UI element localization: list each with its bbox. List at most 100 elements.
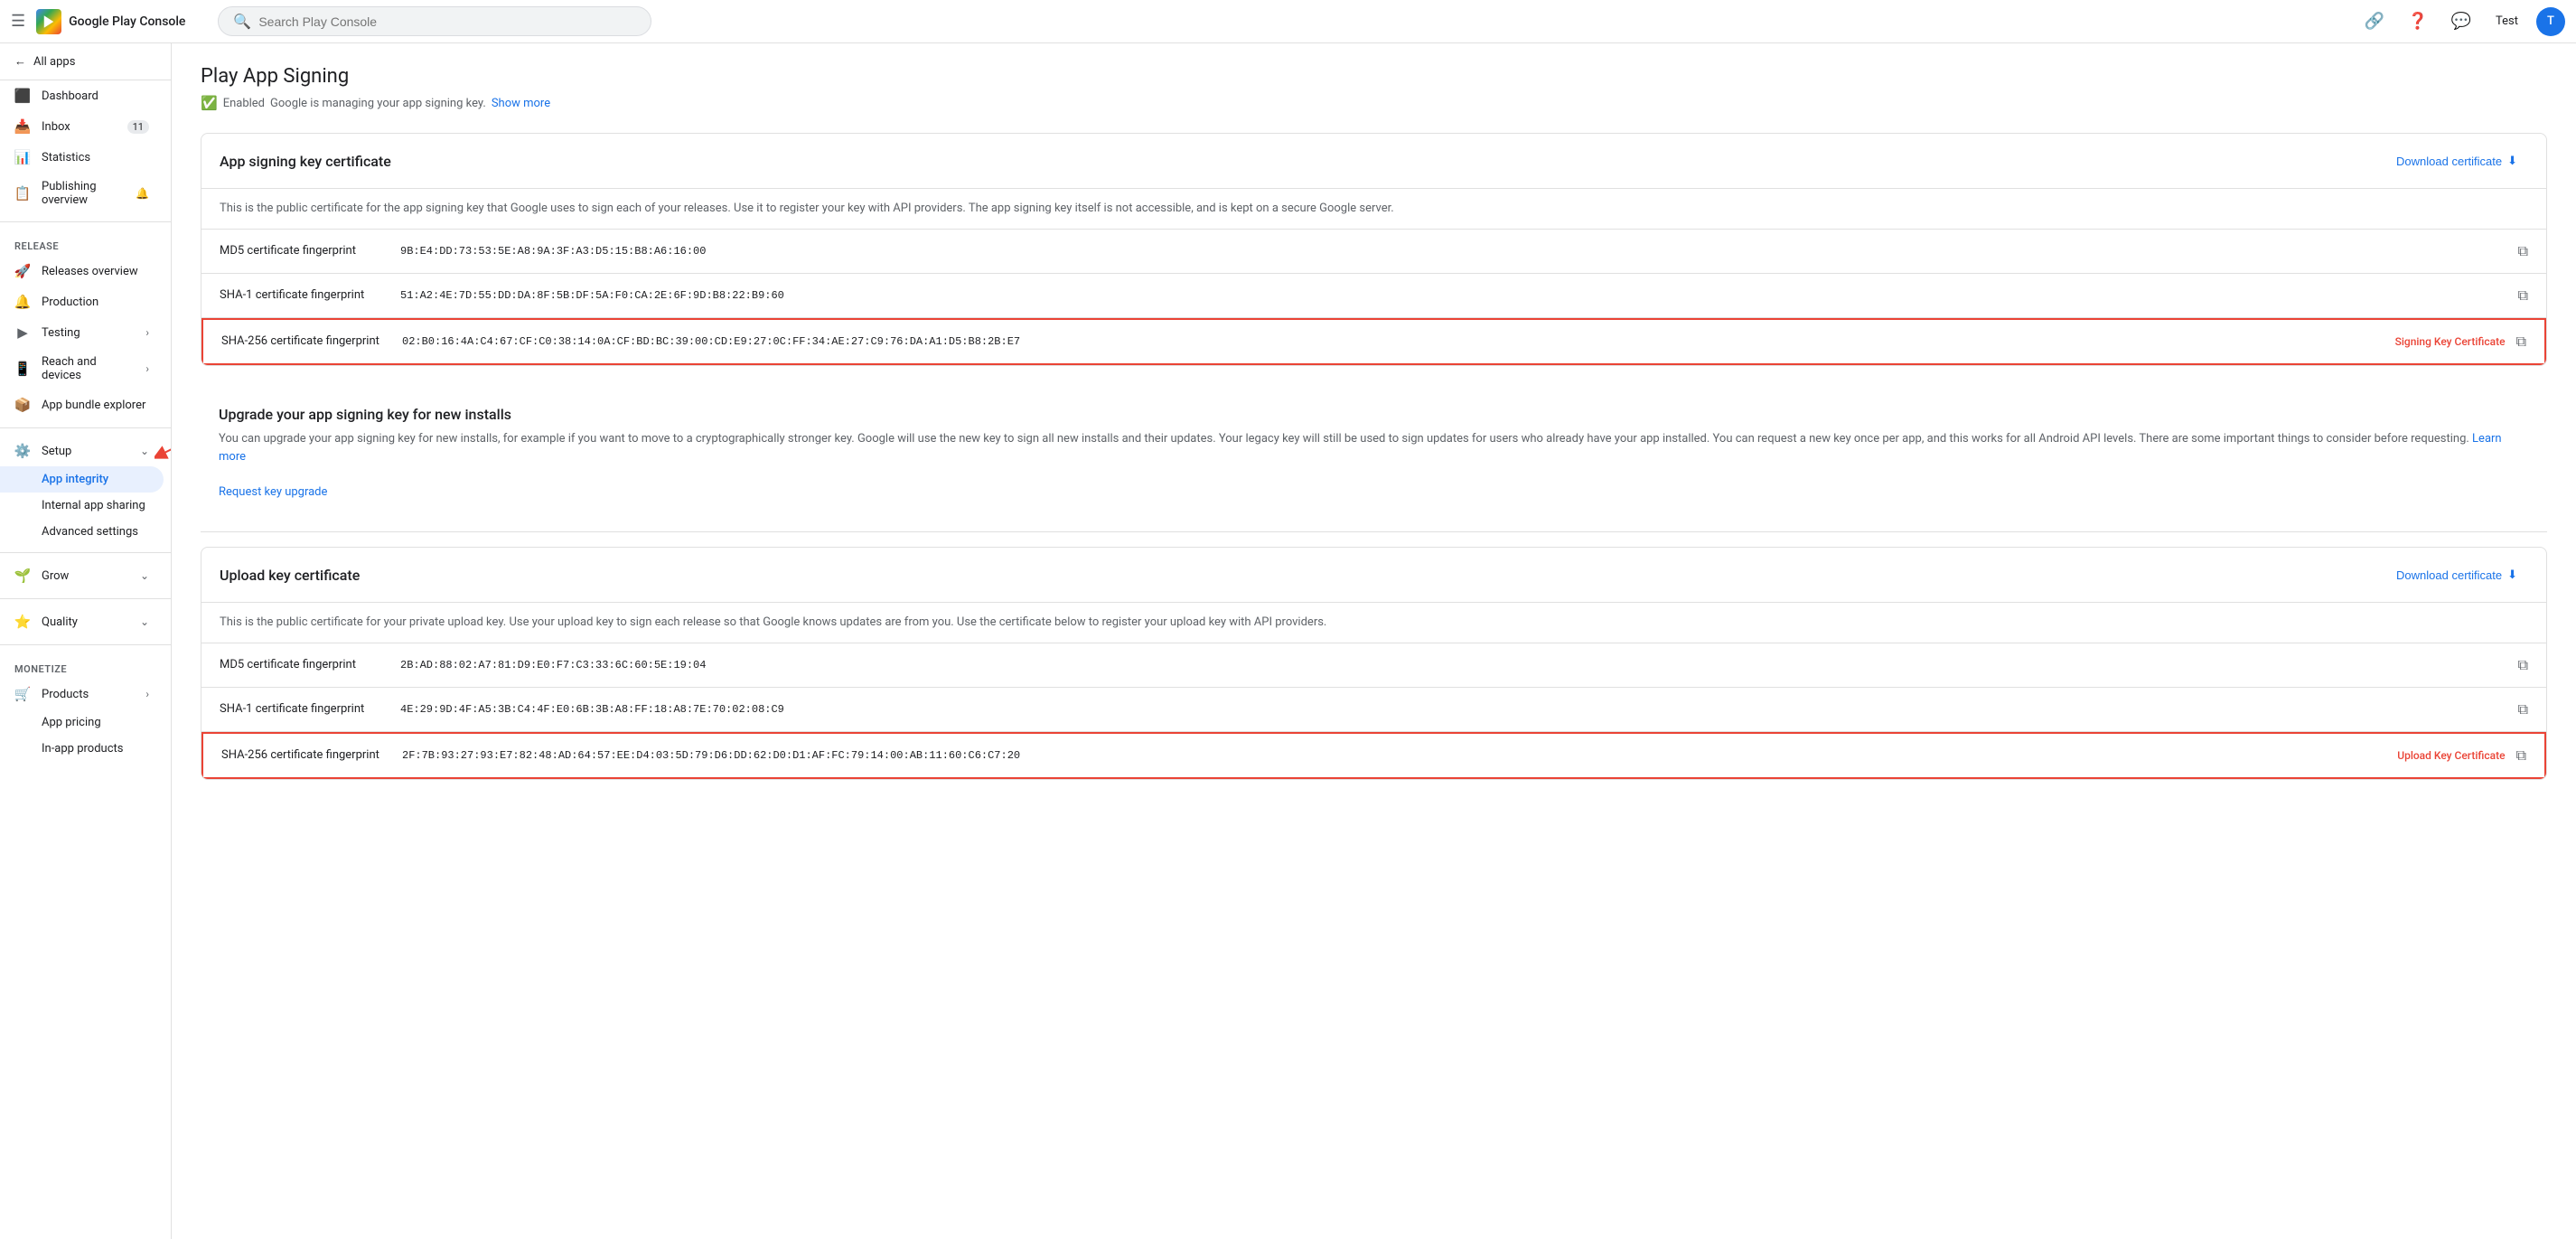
upgrade-title: Upgrade your app signing key for new ins… — [219, 406, 2529, 423]
sidebar-item-production[interactable]: 🔔 Production — [0, 286, 164, 317]
menu-icon[interactable]: ☰ — [11, 12, 25, 31]
release-section-label: Release — [0, 230, 171, 256]
topbar-right: 🔗 ❓ 💬 Test T — [2358, 5, 2565, 38]
reach-expand-icon: › — [145, 362, 149, 375]
quality-expand-icon: ⌄ — [140, 615, 149, 628]
sidebar-item-quality[interactable]: ⭐ Quality ⌄ — [0, 606, 164, 637]
sidebar-label-dashboard: Dashboard — [42, 89, 98, 103]
testing-expand-icon: › — [145, 326, 149, 339]
sidebar-item-app-bundle-explorer[interactable]: 📦 App bundle explorer — [0, 390, 164, 420]
sidebar-label-statistics: Statistics — [42, 151, 90, 164]
show-more-link[interactable]: Show more — [492, 97, 550, 110]
request-key-upgrade-link[interactable]: Request key upgrade — [219, 485, 327, 499]
upload-sha1-row: SHA-1 certificate fingerprint 4E:29:9D:4… — [201, 688, 2546, 732]
upload-key-cert-header: Upload key certificate Download certific… — [201, 548, 2546, 603]
sidebar: ← All apps ⬛ Dashboard 📥 Inbox 11 📊 Stat… — [0, 43, 172, 1239]
sidebar-label-products: Products — [42, 688, 89, 701]
download-upload-cert-icon: ⬇ — [2507, 568, 2517, 582]
divider-2 — [0, 427, 171, 428]
avatar[interactable]: T — [2536, 7, 2565, 36]
upload-md5-label: MD5 certificate fingerprint — [220, 658, 400, 671]
upgrade-section: Upgrade your app signing key for new ins… — [201, 388, 2547, 518]
testing-icon: ▶ — [14, 324, 31, 341]
notifications-icon: 🔔 — [136, 187, 149, 200]
enabled-check-icon: ✅ — [201, 95, 218, 111]
sidebar-label-advanced-settings: Advanced settings — [42, 525, 138, 539]
search-icon: 🔍 — [233, 13, 251, 30]
setup-expand-icon: ⌄ — [140, 445, 149, 457]
divider-4 — [0, 598, 171, 599]
download-signing-cert-label: Download certificate — [2396, 155, 2502, 168]
all-apps-link[interactable]: ← All apps — [0, 43, 171, 80]
publishing-overview-icon: 📋 — [14, 185, 31, 202]
search-input[interactable] — [258, 14, 636, 29]
app-signing-cert-title: App signing key certificate — [220, 153, 391, 170]
signing-md5-label: MD5 certificate fingerprint — [220, 244, 400, 258]
signing-md5-value: 9B:E4:DD:73:53:5E:A8:9A:3F:A3:D5:15:B8:A… — [400, 245, 2507, 258]
signing-sha256-badge: Signing Key Certificate — [2395, 335, 2506, 348]
section-divider — [201, 531, 2547, 532]
sidebar-label-reach-devices: Reach and devices — [42, 355, 135, 382]
upgrade-desc: You can upgrade your app signing key for… — [219, 430, 2529, 468]
sidebar-label-grow: Grow — [42, 569, 69, 583]
inbox-badge: 11 — [127, 120, 149, 134]
releases-overview-icon: 🚀 — [14, 263, 31, 279]
download-upload-cert-btn[interactable]: Download certificate ⬇ — [2385, 562, 2528, 587]
download-upload-cert-label: Download certificate — [2396, 568, 2502, 582]
topbar: ☰ Google Play Console 🔍 🔗 ❓ 💬 Test T — [0, 0, 2576, 43]
download-signing-cert-btn[interactable]: Download certificate ⬇ — [2385, 148, 2528, 174]
signing-sha256-copy-btn[interactable]: ⧉ — [2516, 333, 2526, 351]
sidebar-item-reach-devices[interactable]: 📱 Reach and devices › — [0, 348, 164, 390]
signing-md5-copy-btn[interactable]: ⧉ — [2518, 242, 2528, 260]
sidebar-subitem-app-integrity[interactable]: App integrity — [0, 466, 164, 493]
divider-1 — [0, 221, 171, 222]
upload-sha1-copy-btn[interactable]: ⧉ — [2518, 700, 2528, 718]
app-signing-cert-card: App signing key certificate Download cer… — [201, 133, 2547, 366]
back-icon: ← — [14, 54, 26, 69]
feedback-icon-btn[interactable]: 💬 — [2445, 5, 2478, 38]
sidebar-item-setup[interactable]: ⚙️ Setup ⌄ — [0, 436, 164, 466]
sidebar-item-dashboard[interactable]: ⬛ Dashboard — [0, 80, 164, 111]
enabled-label: Enabled — [223, 97, 265, 110]
app-signing-cert-desc: This is the public certificate for the a… — [201, 189, 2546, 230]
sidebar-subitem-advanced-settings[interactable]: Advanced settings — [0, 519, 164, 545]
sidebar-item-testing[interactable]: ▶ Testing › — [0, 317, 164, 348]
sidebar-subitem-in-app-products[interactable]: In-app products — [0, 736, 164, 762]
sidebar-item-inbox[interactable]: 📥 Inbox 11 — [0, 111, 164, 142]
app-signing-cert-header: App signing key certificate Download cer… — [201, 134, 2546, 189]
managing-text: Google is managing your app signing key. — [270, 97, 486, 110]
logo[interactable]: Google Play Console — [36, 9, 185, 34]
download-signing-cert-icon: ⬇ — [2507, 154, 2517, 168]
statistics-icon: 📊 — [14, 149, 31, 165]
sidebar-item-statistics[interactable]: 📊 Statistics — [0, 142, 164, 173]
upload-sha1-label: SHA-1 certificate fingerprint — [220, 702, 400, 716]
sidebar-item-products[interactable]: 🛒 Products › — [0, 679, 164, 709]
upload-md5-copy-btn[interactable]: ⧉ — [2518, 656, 2528, 674]
main-content: Play App Signing ✅ Enabled Google is man… — [172, 43, 2576, 1239]
signing-sha1-value: 51:A2:4E:7D:55:DD:DA:8F:5B:DF:5A:F0:CA:2… — [400, 289, 2507, 302]
sidebar-item-grow[interactable]: 🌱 Grow ⌄ — [0, 560, 164, 591]
setup-icon: ⚙️ — [14, 443, 31, 459]
signing-sha1-row: SHA-1 certificate fingerprint 51:A2:4E:7… — [201, 274, 2546, 318]
signing-sha1-copy-btn[interactable]: ⧉ — [2518, 286, 2528, 305]
upload-key-cert-title: Upload key certificate — [220, 567, 360, 584]
sidebar-item-publishing-overview[interactable]: 📋 Publishing overview 🔔 — [0, 173, 164, 214]
search-bar[interactable]: 🔍 — [218, 6, 651, 36]
sidebar-label-production: Production — [42, 296, 98, 309]
grow-expand-icon: ⌄ — [140, 569, 149, 582]
app-body: ← All apps ⬛ Dashboard 📥 Inbox 11 📊 Stat… — [0, 43, 2576, 1239]
sidebar-item-releases-overview[interactable]: 🚀 Releases overview — [0, 256, 164, 286]
sidebar-subitem-app-pricing[interactable]: App pricing — [0, 709, 164, 736]
sidebar-label-app-integrity: App integrity — [42, 473, 108, 486]
test-label: Test — [2488, 11, 2525, 32]
quality-icon: ⭐ — [14, 614, 31, 630]
sidebar-label-setup: Setup — [42, 445, 71, 458]
sidebar-label-releases-overview: Releases overview — [42, 265, 138, 278]
link-icon-btn[interactable]: 🔗 — [2358, 5, 2391, 38]
upload-sha256-copy-btn[interactable]: ⧉ — [2516, 746, 2526, 765]
help-icon-btn[interactable]: ❓ — [2402, 5, 2434, 38]
sidebar-subitem-internal-app-sharing[interactable]: Internal app sharing — [0, 493, 164, 519]
sidebar-label-quality: Quality — [42, 615, 78, 629]
grow-icon: 🌱 — [14, 568, 31, 584]
upload-key-cert-desc: This is the public certificate for your … — [201, 603, 2546, 643]
